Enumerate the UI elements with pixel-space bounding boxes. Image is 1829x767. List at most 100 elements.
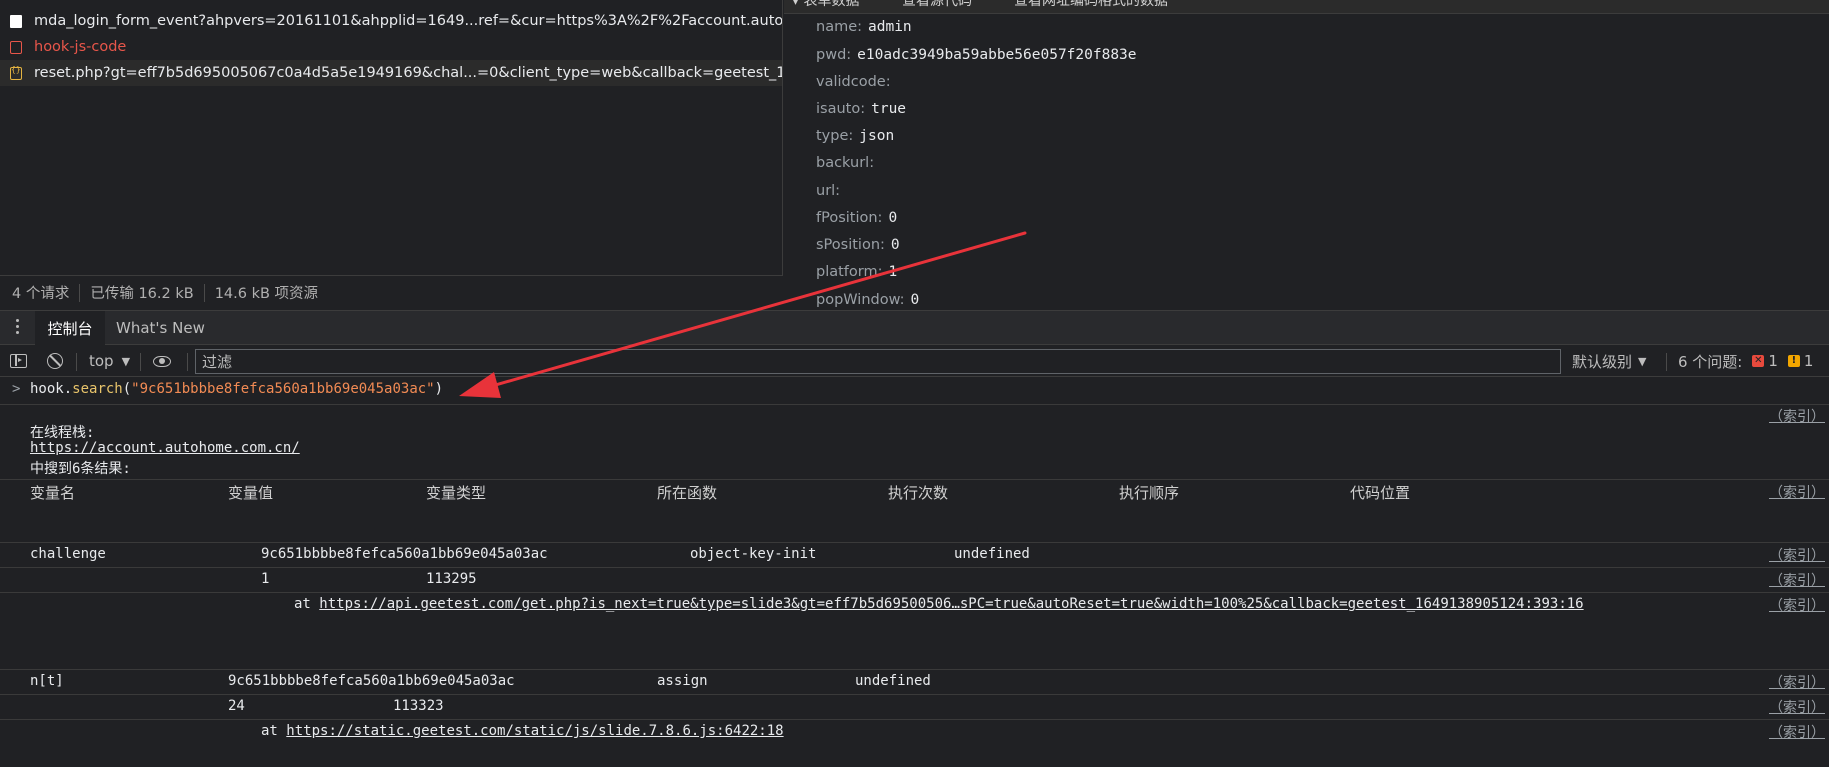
index-link[interactable]: （索引） — [1769, 672, 1825, 692]
view-source-link[interactable]: 查看源代码 — [902, 0, 972, 10]
source-location-link[interactable]: https://static.geetest.com/static/js/sli… — [286, 723, 783, 739]
divider — [79, 283, 81, 302]
results-header-row: （索引） 变量名 变量值 变量类型 所在函数 执行次数 执行顺序 代码位置 — [0, 480, 1829, 543]
payload-field: sPosition: 0 — [816, 237, 900, 253]
index-link[interactable]: （索引） — [1769, 697, 1825, 717]
error-count: 1 — [1768, 352, 1778, 370]
divider — [1666, 353, 1667, 371]
index-link[interactable]: （索引） — [1769, 545, 1825, 565]
request-count: 4 个请求 — [12, 286, 70, 302]
column-header: 变量值 — [228, 484, 274, 502]
index-link[interactable]: （索引） — [1769, 570, 1825, 590]
issues-label: 6 个问题: — [1678, 352, 1743, 371]
request-name: reset.php?gt=eff7b5d695005067c0a4d5a5e19… — [34, 65, 783, 81]
payload-field: name: admin — [816, 19, 912, 35]
filter-input[interactable] — [195, 349, 1561, 374]
result-value: 9c651bbbbe8fefca560a1bb69e045a03ac — [228, 673, 515, 689]
column-header: 变量名 — [30, 484, 76, 502]
result-type: undefined — [855, 673, 931, 689]
command-text[interactable]: hook.search("9c651bbbbe8fefca560a1bb69e0… — [30, 381, 443, 397]
dropdown-arrow-icon: ▼ — [121, 354, 131, 368]
result-location-row: （索引） at https://api.geetest.com/get.php?… — [0, 593, 1829, 670]
script-icon — [10, 65, 22, 80]
request-row[interactable]: hook-js-code — [0, 34, 782, 60]
divider — [140, 353, 141, 371]
payload-field: popWindow: 0 — [816, 292, 920, 308]
request-name: hook-js-code — [34, 39, 127, 55]
error-document-icon — [10, 40, 22, 54]
divider — [187, 353, 188, 371]
payload-field: url: — [816, 183, 841, 199]
context-selector[interactable]: top ▼ — [89, 345, 130, 377]
payload-header: ▾ 表单数据 查看源代码 查看网址编码格式的数据 — [784, 0, 1829, 14]
console-output: > hook.search("9c651bbbbe8fefca560a1bb69… — [0, 377, 1829, 767]
result-count: 1 — [261, 571, 270, 587]
result-order: 113323 — [393, 698, 444, 714]
console-command-line: > hook.search("9c651bbbbe8fefca560a1bb69… — [0, 377, 1829, 405]
column-header: 执行次数 — [888, 484, 949, 502]
request-list: mda_login_form_event?ahpvers=20161101&ah… — [0, 0, 783, 275]
divider — [76, 353, 77, 371]
page-url-link[interactable]: https://account.autohome.com.cn/ — [30, 440, 300, 456]
context-value: top — [89, 352, 114, 370]
result-row: （索引） challenge 9c651bbbbe8fefca560a1bb69… — [0, 543, 1829, 568]
payload-field: backurl: — [816, 155, 875, 171]
column-header: 代码位置 — [1350, 484, 1411, 502]
request-name: mda_login_form_event?ahpvers=20161101&ah… — [34, 13, 783, 29]
eye-icon — [153, 355, 171, 367]
sidebar-icon — [10, 354, 27, 368]
result-location: at https://api.geetest.com/get.php?is_ne… — [294, 596, 1584, 612]
search-intro-message: （索引） 在线程栈: https://account.autohome.com.… — [0, 405, 1829, 480]
index-link[interactable]: （索引） — [1769, 482, 1825, 502]
request-row[interactable]: reset.php?gt=eff7b5d695005067c0a4d5a5e19… — [0, 60, 783, 86]
result-function: assign — [657, 673, 708, 689]
result-function: object-key-init — [690, 546, 817, 562]
intro-line: 中搜到6条结果: — [30, 461, 131, 477]
intro-line: 在线程栈: — [30, 425, 95, 441]
source-location-link[interactable]: https://api.geetest.com/get.php?is_next=… — [319, 596, 1583, 612]
prompt-chevron-icon: > — [12, 381, 21, 397]
tab-whats-new[interactable]: What's New — [116, 311, 205, 345]
payload-field: fPosition: 0 — [816, 210, 898, 226]
network-panel: mda_login_form_event?ahpvers=20161101&ah… — [0, 0, 1829, 310]
payload-field: isauto: true — [816, 101, 907, 117]
column-header: 所在函数 — [657, 484, 718, 502]
clear-icon — [47, 353, 63, 369]
document-icon — [10, 14, 22, 28]
result-row: （索引） 1 113295 — [0, 568, 1829, 593]
payload-field: pwd: e10adc3949ba59abbe56e057f20f883e — [816, 47, 1137, 63]
log-level-value: 默认级别 — [1572, 352, 1633, 371]
divider — [203, 283, 205, 302]
request-row[interactable]: mda_login_form_event?ahpvers=20161101&ah… — [0, 8, 783, 34]
drawer-tab-bar: 控制台 What's New — [0, 310, 1829, 345]
result-location-row: （索引） at https://static.geetest.com/stati… — [0, 720, 1829, 767]
column-header: 变量类型 — [426, 484, 487, 502]
payload-field: type: json — [816, 128, 895, 144]
more-options-icon[interactable] — [14, 319, 20, 337]
tab-console[interactable]: 控制台 — [35, 311, 105, 345]
form-data-section-toggle[interactable]: ▾ 表单数据 — [792, 0, 859, 10]
payload-field: platform: 1 — [816, 264, 898, 280]
view-url-encoded-link[interactable]: 查看网址编码格式的数据 — [1014, 0, 1168, 10]
result-order: 113295 — [426, 571, 477, 587]
dropdown-arrow-icon: ▼ — [1638, 354, 1647, 368]
live-expression-button[interactable] — [153, 345, 171, 377]
clear-console-button[interactable] — [47, 345, 63, 377]
result-value: 9c651bbbbe8fefca560a1bb69e045a03ac — [261, 546, 548, 562]
result-row: （索引） 24 113323 — [0, 695, 1829, 720]
resources-size: 14.6 kB 项资源 — [214, 286, 319, 302]
payload-field: validcode: — [816, 74, 891, 90]
index-link[interactable]: （索引） — [1769, 722, 1825, 742]
result-count: 24 — [228, 698, 245, 714]
column-header: 执行顺序 — [1119, 484, 1180, 502]
result-row: （索引） n[t] 9c651bbbbe8fefca560a1bb69e045a… — [0, 670, 1829, 695]
show-sidebar-button[interactable] — [10, 345, 27, 377]
payload-panel: ▾ 表单数据 查看源代码 查看网址编码格式的数据 name: admin pwd:… — [784, 0, 1829, 310]
index-link[interactable]: （索引） — [1769, 595, 1825, 615]
result-name: challenge — [30, 546, 106, 562]
issues-button[interactable]: 6 个问题: ✕ 1 ! 1 — [1678, 345, 1813, 377]
log-level-selector[interactable]: 默认级别 ▼ — [1572, 345, 1646, 377]
console-toolbar: top ▼ 默认级别 ▼ 6 个问题: ✕ 1 ! 1 — [0, 345, 1829, 377]
network-summary-bar: 4 个请求 已传输 16.2 kB 14.6 kB 项资源 — [0, 275, 783, 309]
index-link[interactable]: （索引） — [1769, 406, 1825, 426]
